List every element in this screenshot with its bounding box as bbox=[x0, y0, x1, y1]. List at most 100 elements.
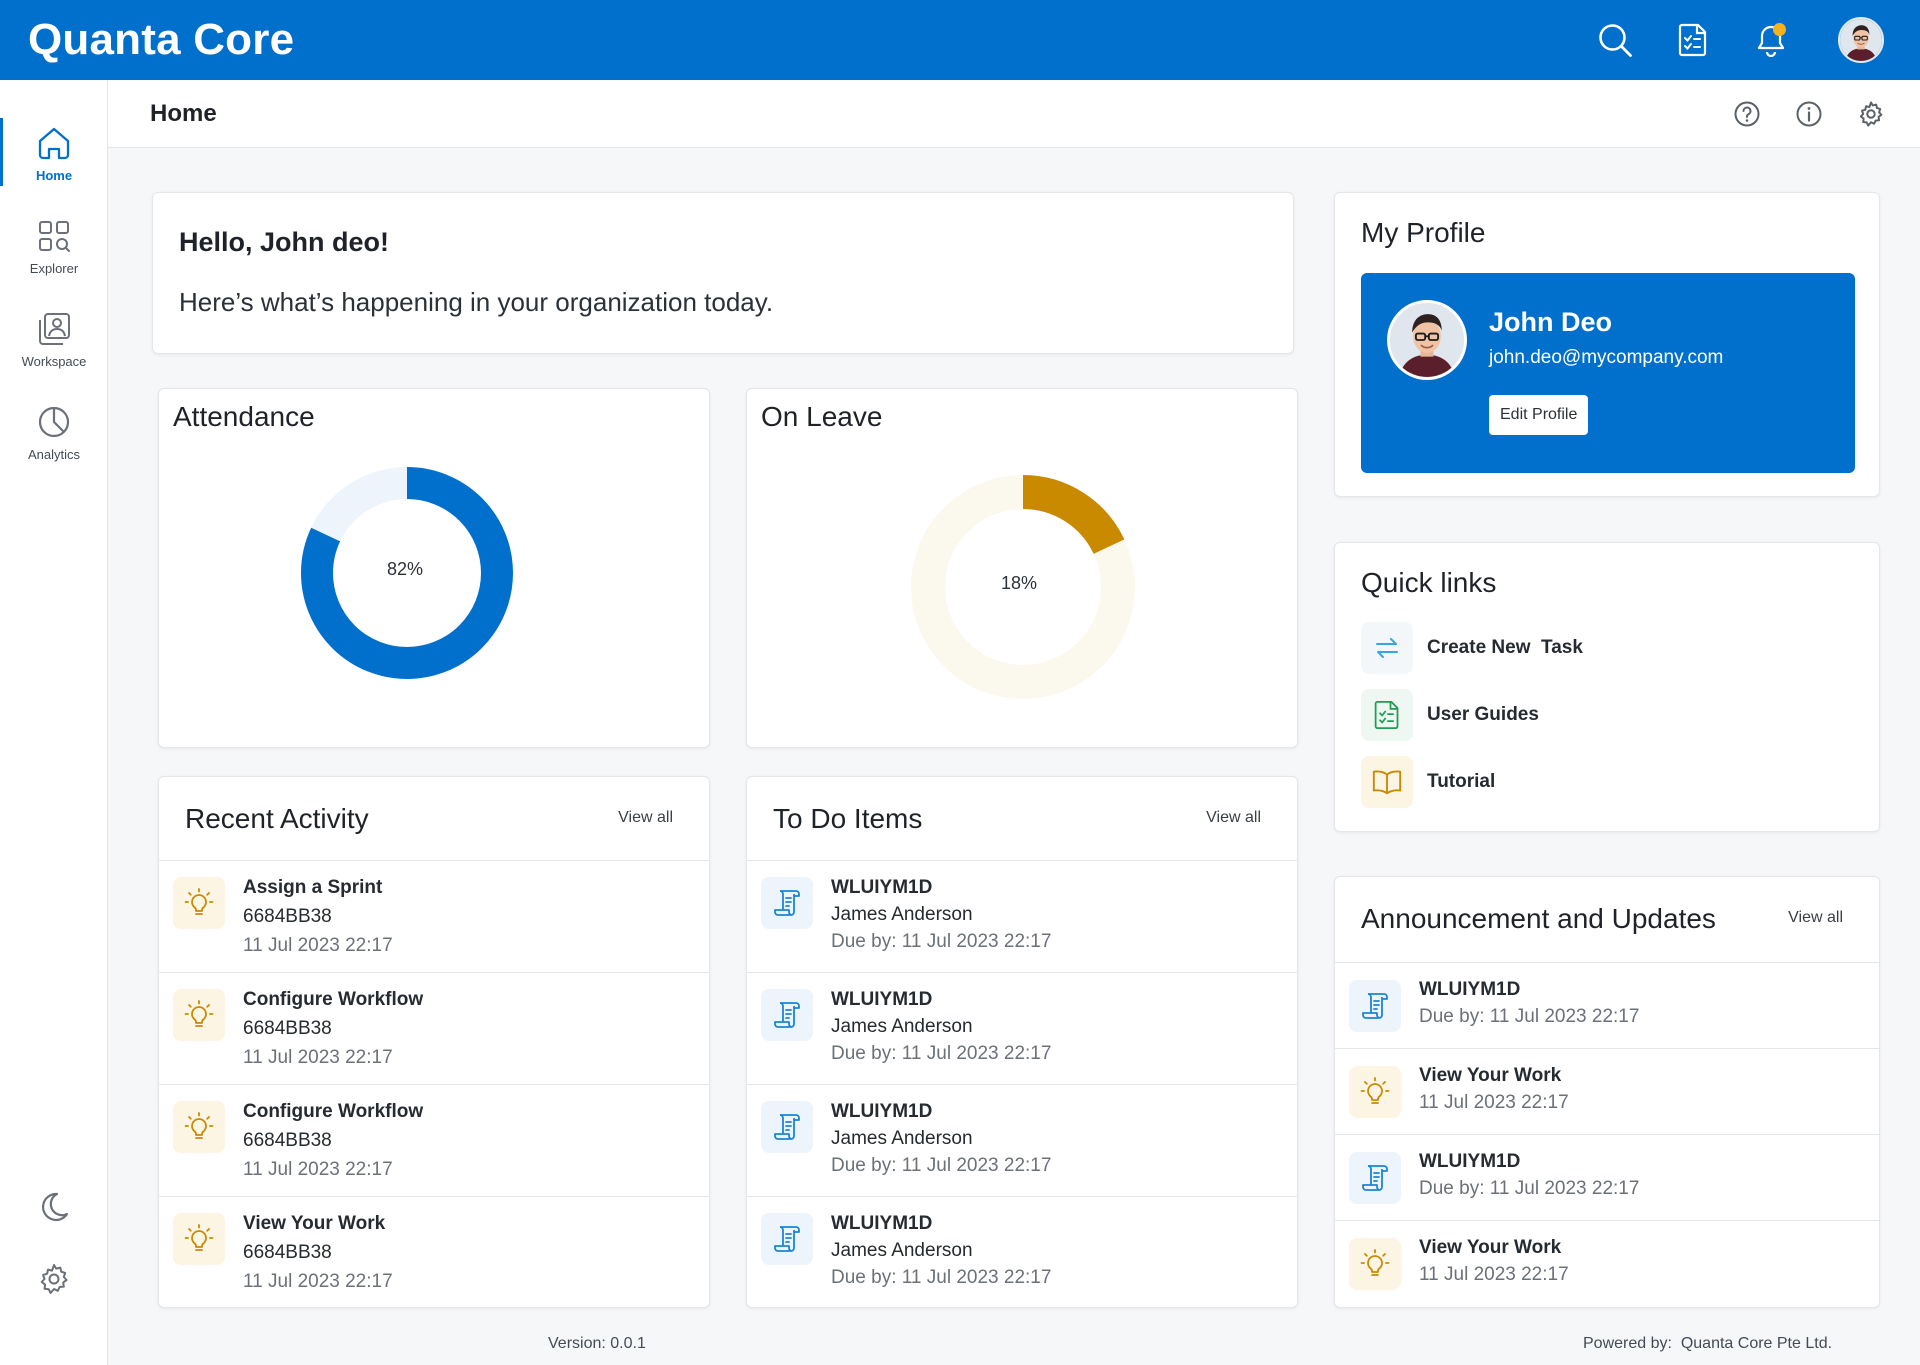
quick-link-user-guides[interactable]: User Guides bbox=[1361, 688, 1539, 742]
todo-view-all-link[interactable]: View all bbox=[1206, 809, 1261, 827]
bulb-icon bbox=[1349, 1238, 1401, 1290]
sidebar-item-label: Workspace bbox=[21, 353, 87, 369]
todo-item[interactable]: WLUIYM1D James Anderson Due by: 11 Jul 2… bbox=[747, 973, 1297, 1085]
scroll-icon bbox=[761, 989, 813, 1041]
scroll-icon bbox=[1349, 1152, 1401, 1204]
attendance-card: Attendance 82% bbox=[158, 388, 710, 748]
todo-item-title: WLUIYM1D bbox=[831, 989, 933, 1010]
sidebar-item-home[interactable]: Home bbox=[0, 114, 108, 192]
help-button[interactable] bbox=[1732, 99, 1762, 129]
page-title: Home bbox=[150, 99, 217, 127]
sidebar-item-explorer[interactable]: Explorer bbox=[0, 207, 108, 285]
recent-activity-header: Recent Activity View all bbox=[159, 777, 709, 861]
profile-name: John Deo bbox=[1489, 307, 1613, 337]
edit-profile-button[interactable]: Edit Profile bbox=[1489, 395, 1589, 435]
activity-time: 11 Jul 2023 22:17 bbox=[243, 1271, 393, 1292]
user-avatar[interactable] bbox=[1838, 17, 1884, 63]
quick-link-label: Tutorial bbox=[1427, 771, 1496, 792]
activity-item[interactable]: Assign a Sprint 6684BB38 11 Jul 2023 22:… bbox=[159, 861, 709, 973]
checklist-doc-icon bbox=[1361, 689, 1413, 741]
todo-card: To Do Items View all WLUIYM1D James Ande… bbox=[746, 776, 1298, 1308]
todo-item[interactable]: WLUIYM1D James Anderson Due by: 11 Jul 2… bbox=[747, 1085, 1297, 1197]
todo-item-due: Due by: 11 Jul 2023 22:17 bbox=[831, 1267, 1052, 1288]
book-icon bbox=[1361, 756, 1413, 808]
top-actions bbox=[1560, 0, 1884, 80]
announcement-sub: Due by: 11 Jul 2023 22:17 bbox=[1419, 1006, 1640, 1027]
activity-time: 11 Jul 2023 22:17 bbox=[243, 1047, 393, 1068]
notifications-button[interactable] bbox=[1748, 17, 1794, 63]
home-icon bbox=[38, 127, 70, 159]
todo-item-person: James Anderson bbox=[831, 1016, 973, 1037]
activity-code: 6684BB38 bbox=[243, 906, 332, 927]
todo-title: To Do Items bbox=[773, 803, 923, 834]
activity-code: 6684BB38 bbox=[243, 1130, 332, 1151]
tasks-button[interactable] bbox=[1670, 17, 1716, 63]
activity-code: 6684BB38 bbox=[243, 1242, 332, 1263]
notification-badge bbox=[1773, 23, 1786, 36]
help-icon bbox=[1734, 101, 1760, 127]
todo-item[interactable]: WLUIYM1D James Anderson Due by: 11 Jul 2… bbox=[747, 1197, 1297, 1309]
profile-card-title: My Profile bbox=[1361, 217, 1486, 248]
moon-icon bbox=[42, 1192, 69, 1221]
dark-mode-toggle[interactable] bbox=[0, 1190, 108, 1224]
activity-time: 11 Jul 2023 22:17 bbox=[243, 1159, 393, 1180]
announcements-title: Announcement and Updates bbox=[1361, 903, 1716, 934]
header-actions bbox=[1700, 80, 1886, 148]
welcome-card: Hello, John deo! Here’s what’s happening… bbox=[152, 192, 1294, 354]
settings-icon bbox=[1859, 101, 1883, 127]
bulb-icon bbox=[173, 989, 225, 1041]
leave-title: On Leave bbox=[761, 401, 883, 432]
sidebar-settings-button[interactable] bbox=[0, 1262, 108, 1296]
quick-link-tutorial[interactable]: Tutorial bbox=[1361, 755, 1495, 809]
quick-link-label: Create New Task bbox=[1427, 637, 1583, 658]
quick-links-title: Quick links bbox=[1361, 567, 1497, 598]
bulb-icon bbox=[173, 1213, 225, 1265]
activity-item[interactable]: Configure Workflow 6684BB38 11 Jul 2023 … bbox=[159, 1085, 709, 1197]
announcement-title: WLUIYM1D bbox=[1419, 979, 1521, 1000]
profile-avatar bbox=[1387, 300, 1467, 380]
settings-button[interactable] bbox=[1856, 99, 1886, 129]
sidebar-item-label: Analytics bbox=[27, 446, 81, 462]
powered-by-label: Powered by: Quanta Core Pte Ltd. bbox=[1583, 1335, 1833, 1352]
announcement-sub: 11 Jul 2023 22:17 bbox=[1419, 1092, 1569, 1113]
activity-item[interactable]: View Your Work 6684BB38 11 Jul 2023 22:1… bbox=[159, 1197, 709, 1309]
sidebar-item-workspace[interactable]: Workspace bbox=[0, 300, 108, 378]
recent-activity-view-all-link[interactable]: View all bbox=[618, 809, 673, 827]
announcements-header: Announcement and Updates View all bbox=[1335, 877, 1879, 963]
announcement-item[interactable]: View Your Work 11 Jul 2023 22:17 bbox=[1335, 1049, 1879, 1135]
version-label: Version: 0.0.1 bbox=[548, 1335, 646, 1352]
todo-header: To Do Items View all bbox=[747, 777, 1297, 861]
explorer-icon bbox=[39, 220, 70, 252]
tasks-icon bbox=[1678, 23, 1707, 57]
announcement-item[interactable]: WLUIYM1D Due by: 11 Jul 2023 22:17 bbox=[1335, 1135, 1879, 1221]
info-button[interactable] bbox=[1794, 99, 1824, 129]
todo-item[interactable]: WLUIYM1D James Anderson Due by: 11 Jul 2… bbox=[747, 861, 1297, 973]
sidebar-item-analytics[interactable]: Analytics bbox=[0, 393, 108, 471]
bulb-icon bbox=[1349, 1066, 1401, 1118]
announcement-item[interactable]: View Your Work 11 Jul 2023 22:17 bbox=[1335, 1221, 1879, 1307]
activity-item[interactable]: Configure Workflow 6684BB38 11 Jul 2023 … bbox=[159, 973, 709, 1085]
search-icon bbox=[1599, 24, 1632, 57]
todo-item-title: WLUIYM1D bbox=[831, 1101, 933, 1122]
leave-card: On Leave 18% bbox=[746, 388, 1298, 748]
activity-title: View Your Work bbox=[243, 1213, 386, 1234]
search-button[interactable] bbox=[1592, 17, 1638, 63]
todo-item-title: WLUIYM1D bbox=[831, 877, 933, 898]
quick-link-create-task[interactable]: Create New Task bbox=[1361, 621, 1583, 675]
bulb-icon bbox=[173, 1101, 225, 1153]
sidebar: Home Explorer Workspace Analytics bbox=[0, 80, 108, 1365]
announcements-view-all-link[interactable]: View all bbox=[1788, 909, 1843, 927]
attendance-percent-label: 82% bbox=[387, 559, 424, 579]
scroll-icon bbox=[761, 1101, 813, 1153]
announcement-title: View Your Work bbox=[1419, 1065, 1562, 1086]
todo-item-person: James Anderson bbox=[831, 1128, 973, 1149]
activity-title: Assign a Sprint bbox=[243, 877, 383, 898]
brand-logo[interactable]: Quanta Core bbox=[28, 15, 294, 65]
announcement-title: WLUIYM1D bbox=[1419, 1151, 1521, 1172]
scroll-icon bbox=[761, 1213, 813, 1265]
sidebar-item-label: Home bbox=[35, 167, 73, 183]
analytics-icon bbox=[38, 406, 70, 437]
announcement-item[interactable]: WLUIYM1D Due by: 11 Jul 2023 22:17 bbox=[1335, 963, 1879, 1049]
welcome-subtitle: Here’s what’s happening in your organiza… bbox=[179, 287, 774, 317]
todo-item-due: Due by: 11 Jul 2023 22:17 bbox=[831, 1043, 1052, 1064]
